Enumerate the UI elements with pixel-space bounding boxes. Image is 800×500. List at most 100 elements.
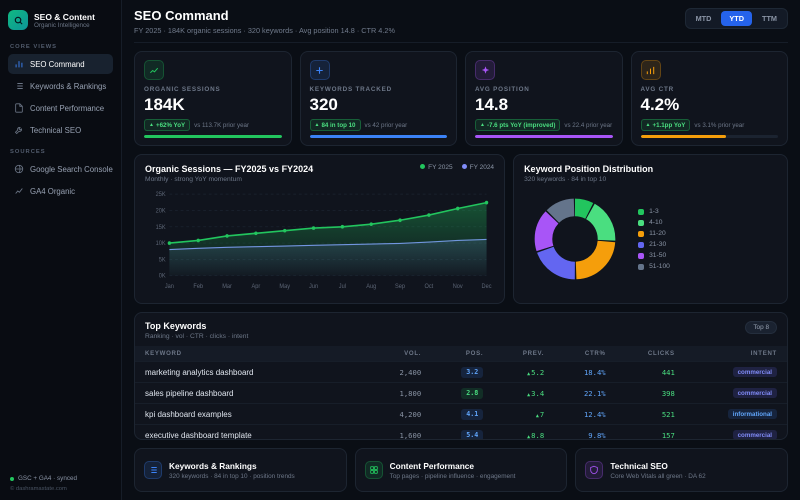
sidebar-item-google-search-console[interactable]: Google Search Console [8,159,113,179]
prev-cell: ▲5.2 [493,361,555,383]
status-dot-icon [10,476,14,481]
sidebar-item-label: Technical SEO [30,125,82,135]
list-icon [144,461,162,479]
svg-text:15K: 15K [156,225,166,231]
range-button-ttm[interactable]: TTM [754,11,785,26]
svg-text:Jul: Jul [339,284,346,290]
app-subtitle: Organic Intelligence [34,21,90,29]
line-chart-icon [144,60,164,80]
grid-icon [364,461,383,479]
kpi-card-keywords-tracked: KEYWORDS TRACKED 320 ▲ 84 in top 10 vs 42… [299,51,457,146]
footer-card-title: Content Performance [389,460,475,471]
volume-cell: 2,400 [369,361,432,383]
svg-text:Mar: Mar [222,284,232,290]
svg-text:Oct: Oct [425,284,434,290]
position-badge: 5.4 [461,429,484,439]
sidebar-footer: GSC + GA4 · synced © dashramastate.com [10,475,113,492]
globe-icon [14,164,24,174]
column-header-clicks: CLICKS [615,346,685,362]
sidebar-item-label: Content Performance [30,103,105,113]
kpi-progress-bar [640,135,778,138]
intent-badge: commercial [732,367,777,378]
volume-cell: 4,200 [369,403,432,425]
svg-text:Jun: Jun [309,284,318,290]
sidebar-item-label: Keywords & Rankings [30,81,107,91]
top-count-badge: Top 8 [745,321,777,334]
donut-legend-dot [638,252,645,259]
trend-up-icon: ▲ [535,412,539,419]
date-range-switcher: MTD YTD TTM [684,8,788,29]
document-icon [14,103,24,113]
position-badge: 3.2 [461,366,484,378]
core-views-label: CORE VIEWS [10,44,58,50]
legend-label: FY 2025 [428,164,453,171]
legend-label: 51-100 [649,263,670,270]
sidebar-item-label: Google Search Console [30,164,113,174]
footer-card-content-performance[interactable]: Content Performance Top pages · pipeline… [354,448,568,492]
column-header-pos: POS. [431,346,494,362]
kpi-progress-bar [144,135,282,138]
donut-legend-dot [638,219,645,226]
footer-card-keywords-rankings[interactable]: Keywords & Rankings 320 keywords · 84 in… [134,448,347,492]
chart-title: Keyword Position Distribution [524,164,654,174]
prev-cell: ▲3.4 [493,382,555,404]
trend-up-icon: ▲ [527,433,531,440]
copyright: © dashramastate.com [10,486,67,492]
plus-icon [309,60,330,80]
kpi-trend-badge: ▲ -7.6 pts YoY (improved) [475,119,561,132]
bar-chart-icon [14,59,24,69]
sidebar-item-technical-seo[interactable]: Technical SEO [8,120,113,140]
sessions-chart-card: Organic Sessions — FY2025 vs FY2024 Mont… [134,154,506,304]
svg-text:Feb: Feb [193,284,203,290]
footer-card-technical-seo[interactable]: Technical SEO Core Web Vitals all green … [575,448,789,492]
range-button-ytd[interactable]: YTD [721,11,752,26]
sidebar-item-ga4-organic[interactable]: GA4 Organic [8,181,113,201]
table-row[interactable]: sales pipeline dashboard 1,800 2.8 ▲3.4 … [135,382,787,404]
keyword-cell: executive dashboard template [135,424,370,439]
prev-cell: ▲7 [493,403,555,425]
clicks-cell: 398 [615,382,685,404]
sidebar-item-label: GA4 Organic [30,186,76,196]
legend-label: 31-50 [649,252,667,259]
kpi-trend-badge: ▲ +62% YoY [144,119,191,132]
sidebar: SEO & Content Organic Intelligence CORE … [0,0,122,500]
table-row[interactable]: marketing analytics dashboard 2,400 3.2 … [135,361,787,383]
table-row[interactable]: kpi dashboard examples 4,200 4.1 ▲7 12.4… [135,403,787,425]
clicks-cell: 521 [615,403,685,425]
position-distribution-card: Keyword Position Distribution 320 keywor… [513,154,788,304]
logo: SEO & Content Organic Intelligence [8,10,113,30]
donut-legend: 1-3 4-10 11-20 21-30 31-50 51-100 [638,208,670,270]
svg-text:10K: 10K [156,241,166,247]
column-header-ctr: CTR% [554,346,616,362]
chart-title: Organic Sessions — FY2025 vs FY2024 [145,164,314,174]
trend-up-icon: ▲ [527,391,531,398]
sidebar-item-seo-command[interactable]: SEO Command [8,54,113,74]
main-content: SEO Command FY 2025 · 184K organic sessi… [122,0,800,500]
kpi-trend-badge: ▲ 84 in top 10 [309,119,361,132]
bar-chart-icon [640,60,661,80]
footer-cards-row: Keywords & Rankings 320 keywords · 84 in… [134,448,789,492]
donut-legend-dot [638,208,645,215]
kpi-value: 4.2% [640,95,680,114]
range-button-mtd[interactable]: MTD [688,11,720,26]
ctr-cell: 12.4% [554,403,616,425]
ctr-cell: 9.8% [554,424,616,439]
analytics-icon [14,186,24,196]
svg-text:Nov: Nov [453,284,463,290]
ctr-cell: 18.4% [554,361,616,383]
table-row[interactable]: executive dashboard template 1,600 5.4 ▲… [135,424,787,440]
trend-up-icon: ▲ [314,122,320,129]
trend-up-icon: ▲ [645,122,651,129]
svg-text:Dec: Dec [482,284,492,290]
svg-text:25K: 25K [156,192,166,198]
legend-label: 1-3 [649,208,659,215]
kpi-compare: vs 22.4 prior year [564,121,613,129]
sidebar-item-content-performance[interactable]: Content Performance [8,98,113,118]
legend-label: 21-30 [649,241,667,248]
intent-badge: commercial [732,430,777,439]
column-header-keyword: KEYWORD [135,346,370,362]
sessions-area-chart: 0K 5K 10K 15K 20K 25K Jan Feb Mar Apr May Jun Jul Aug… [156,192,492,290]
clicks-cell: 157 [615,424,685,439]
sidebar-item-keywords-rankings[interactable]: Keywords & Rankings [8,76,113,96]
column-header-intent: INTENT [684,346,787,362]
